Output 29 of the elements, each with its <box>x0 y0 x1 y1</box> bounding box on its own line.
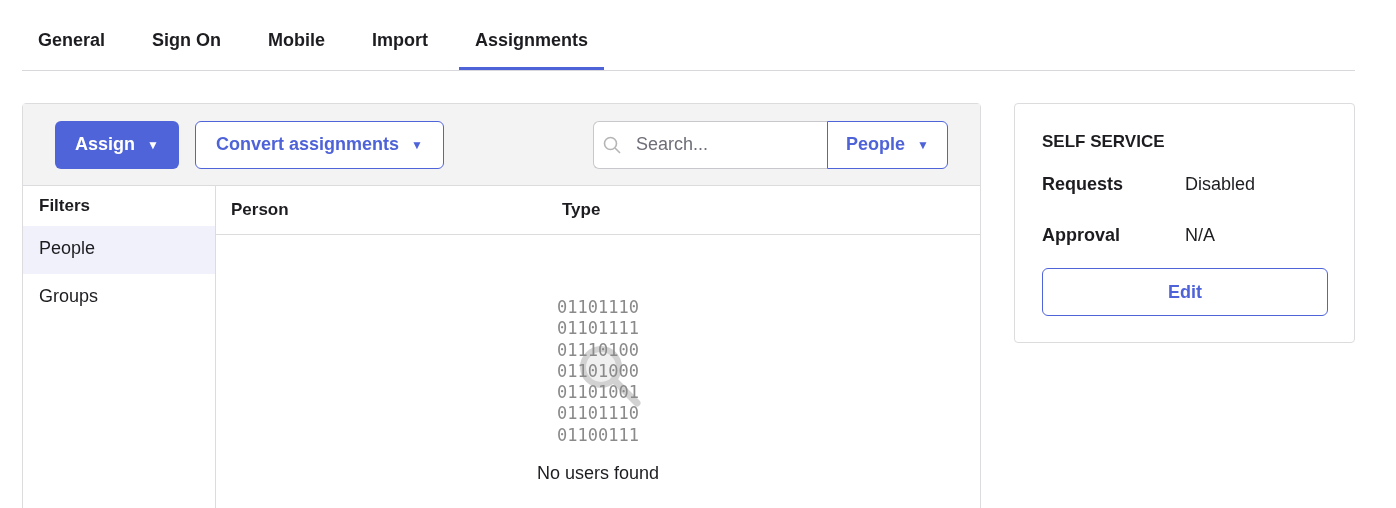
tab[interactable]: Mobile <box>252 20 342 70</box>
binary-text: 01101110 <box>557 297 639 319</box>
binary-text: 01101110 <box>557 403 639 425</box>
convert-assignments-button[interactable]: Convert assignments ▼ <box>194 120 444 169</box>
column-header: Type <box>562 200 601 220</box>
setting-label: Requests <box>1042 174 1125 195</box>
tab[interactable]: Import <box>356 20 445 70</box>
binary-text: 01101001 <box>557 382 639 404</box>
empty-message: No users found <box>536 463 660 485</box>
filter-item[interactable]: People <box>23 226 215 274</box>
setting-label: Approval <box>1042 225 1121 246</box>
binary-text: 01101111 <box>557 318 639 340</box>
people-dropdown[interactable]: People ▼ <box>827 120 948 169</box>
card-title: SELF SERVICE <box>1042 132 1166 152</box>
edit-button[interactable]: Edit <box>1042 268 1328 316</box>
tab[interactable]: Sign On <box>136 20 238 70</box>
binary-text: 01101000 <box>557 360 639 383</box>
setting-value: Disabled <box>1185 174 1256 195</box>
search-icon <box>603 135 621 154</box>
tab[interactable]: General <box>22 20 122 70</box>
setting-value: N/A <box>1185 225 1215 246</box>
filters-heading: Filters <box>38 195 92 217</box>
binary-text: 01110100 <box>557 339 639 361</box>
binary-text: 01100111 <box>557 424 639 447</box>
filter-item[interactable]: Groups <box>23 274 215 322</box>
assign-button[interactable]: Assign ▼ <box>55 120 179 169</box>
tab[interactable]: Assignments <box>459 20 605 70</box>
column-header: Person <box>231 200 290 220</box>
search-field[interactable]: Search... <box>593 120 827 169</box>
